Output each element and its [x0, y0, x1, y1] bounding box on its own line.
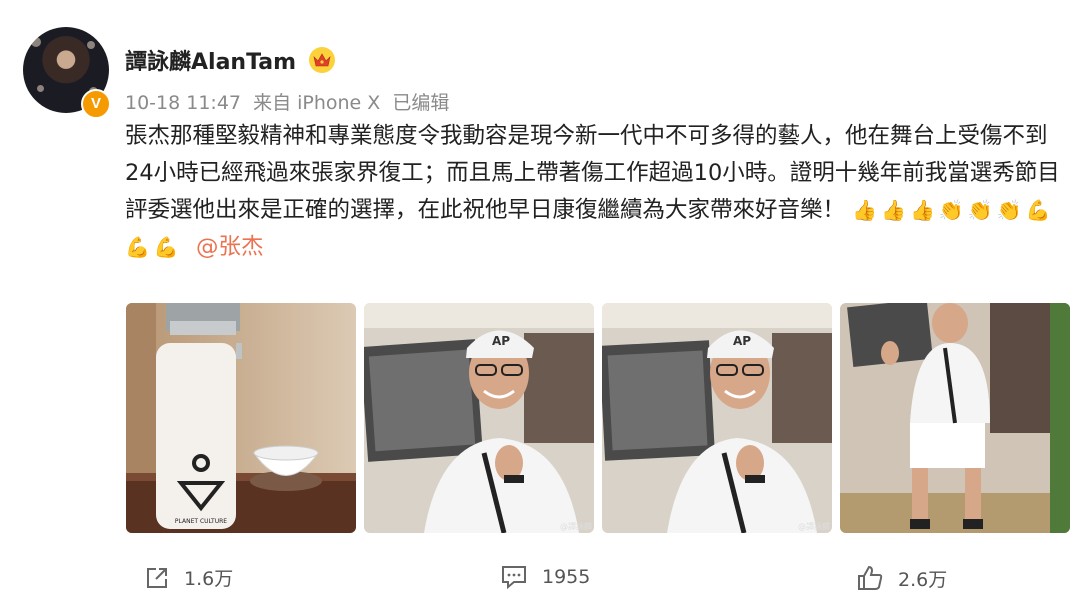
post-time: 10-18 11:47	[125, 92, 242, 114]
photo-bottle[interactable]: PLANET CULTURE	[126, 303, 356, 533]
emoji-7: 💪	[125, 235, 150, 259]
emoji-1: 👍	[881, 198, 906, 222]
crown-icon	[309, 47, 335, 73]
comment-count: 1955	[542, 566, 591, 588]
emoji-0: 👍	[852, 198, 878, 222]
post-body: 張杰那種堅毅精神和專業態度令我動容是現今新一代中不可多得的藝人，他在舞台上受傷不…	[125, 118, 1070, 266]
comment-icon	[502, 566, 526, 590]
mention-link[interactable]: @张杰	[196, 234, 264, 260]
photo-watermark: @譚詠麟	[560, 521, 592, 531]
emoji-4: 👏	[967, 198, 993, 222]
post-source: 来自 iPhone X	[253, 92, 381, 114]
cap-logo: AP	[733, 334, 751, 348]
photo-man-full[interactable]	[840, 303, 1070, 533]
emoji-3: 👏	[938, 198, 964, 222]
verified-badge: V	[81, 89, 111, 119]
bottle-logo-text: PLANET CULTURE	[175, 518, 227, 525]
edited-label: 已编辑	[392, 92, 450, 114]
emoji-6: 💪	[1025, 198, 1051, 222]
photo-man-1[interactable]: AP @譚詠麟	[364, 303, 594, 533]
emoji-5: 👏	[996, 198, 1022, 222]
post-meta: 10-18 11:47 来自 iPhone X 已编辑	[125, 88, 455, 115]
photo-watermark: @譚詠麟	[798, 521, 830, 531]
author-name[interactable]: 譚詠麟AlanTam	[125, 44, 296, 76]
share-action[interactable]: 1.6万	[144, 564, 233, 591]
cap-logo: AP	[492, 334, 510, 348]
like-action[interactable]: 2.6万	[856, 564, 947, 592]
emoji-8: 💪	[153, 235, 179, 259]
share-count: 1.6万	[184, 568, 234, 590]
photo-man-2[interactable]: AP @譚詠麟	[602, 303, 832, 533]
share-icon	[147, 567, 167, 588]
emoji-2: 👍	[909, 198, 935, 222]
comment-action[interactable]: 1955	[500, 564, 590, 590]
like-count: 2.6万	[898, 568, 948, 591]
thumbs-up-icon	[858, 565, 883, 590]
